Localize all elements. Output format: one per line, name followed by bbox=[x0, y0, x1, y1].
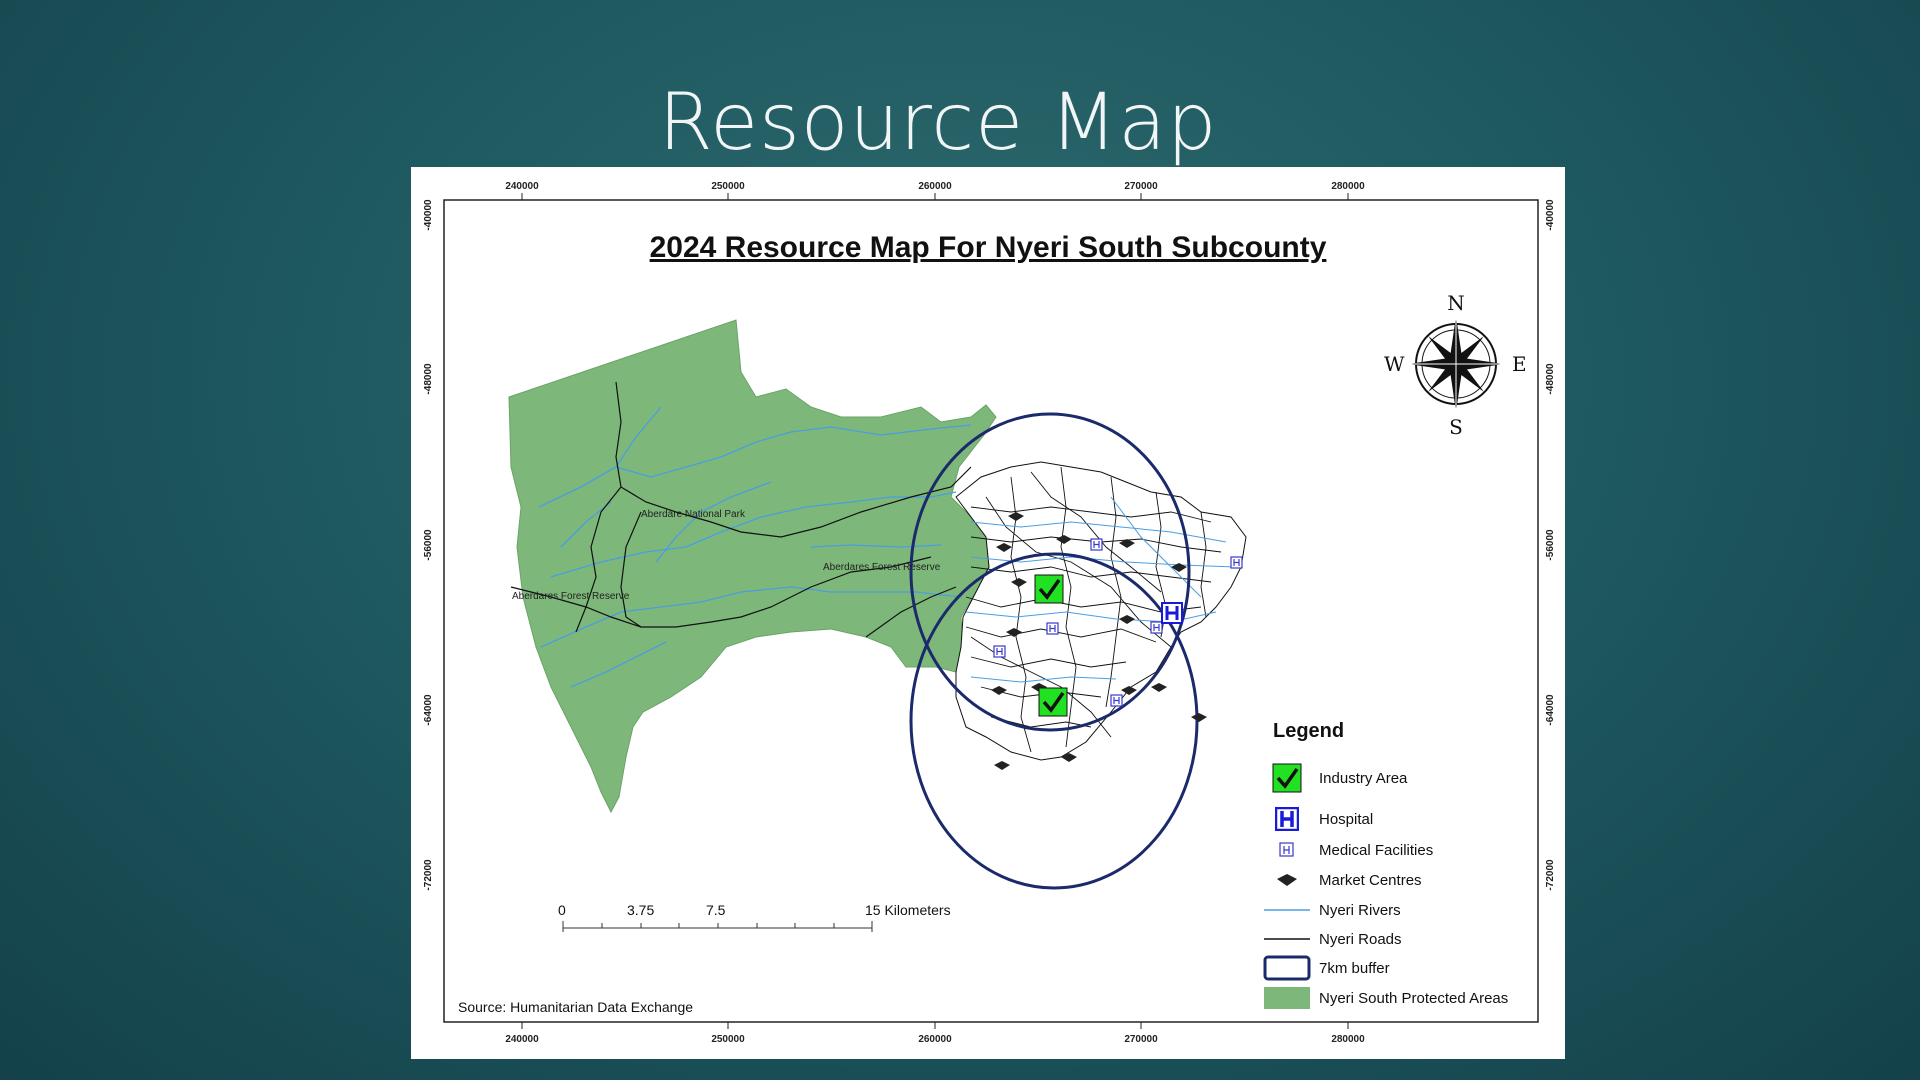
y-axis-left: -40000 -48000 -56000 -64000 -72000 bbox=[423, 199, 434, 891]
x-tick-top: 240000 bbox=[505, 181, 539, 192]
scale-label-15-km: 15 Kilometers bbox=[865, 902, 951, 918]
x-axis-bottom: 240000 250000 260000 270000 280000 bbox=[505, 1022, 1365, 1045]
legend-item-roads: Nyeri Roads bbox=[1261, 925, 1402, 953]
legend-title: Legend bbox=[1273, 720, 1345, 742]
label-forest-reserve-west: Aberdares Forest Reserve bbox=[512, 591, 630, 602]
market-centre-icon bbox=[1261, 873, 1313, 887]
medical-facility-marker bbox=[1230, 556, 1243, 569]
legend-item-market-centres: Market Centres bbox=[1261, 866, 1422, 894]
compass-n: N bbox=[1447, 291, 1465, 315]
legend-item-buffer: 7km buffer bbox=[1261, 954, 1390, 982]
x-tick-bottom: 240000 bbox=[505, 1034, 539, 1045]
scale-label-7-5: 7.5 bbox=[706, 902, 726, 918]
protected-area-icon bbox=[1261, 987, 1313, 1009]
y-tick-right: -40000 bbox=[1545, 199, 1556, 231]
y-tick-left: -72000 bbox=[423, 859, 434, 891]
x-tick-bottom: 270000 bbox=[1124, 1034, 1158, 1045]
label-aberdare-national-park: Aberdare National Park bbox=[641, 509, 746, 520]
legend-item-protected-areas: Nyeri South Protected Areas bbox=[1261, 984, 1508, 1012]
legend-label: 7km buffer bbox=[1319, 959, 1390, 977]
map-title: 2024 Resource Map For Nyeri South Subcou… bbox=[649, 231, 1327, 264]
market-centre bbox=[1151, 683, 1167, 692]
river-line-icon bbox=[1261, 908, 1313, 912]
compass-w: W bbox=[1384, 352, 1405, 376]
label-forest-reserve-east: Aberdares Forest Reserve bbox=[823, 562, 941, 573]
x-tick-top: 270000 bbox=[1124, 181, 1158, 192]
map-frame: 240000 250000 260000 270000 280000 24000… bbox=[411, 167, 1565, 1059]
legend-item-hospital: Hospital bbox=[1261, 805, 1373, 833]
scale-label-3-75: 3.75 bbox=[627, 902, 655, 918]
x-tick-top: 250000 bbox=[711, 181, 745, 192]
y-tick-left: -64000 bbox=[423, 694, 434, 726]
medical-facility-marker bbox=[1150, 621, 1163, 634]
market-centre bbox=[1191, 713, 1207, 722]
industry-check-icon bbox=[1261, 763, 1313, 793]
scale-bar bbox=[562, 921, 873, 932]
compass-rose-icon: N S E W bbox=[1384, 291, 1527, 439]
market-centre bbox=[994, 761, 1010, 770]
y-tick-right: -48000 bbox=[1545, 363, 1556, 395]
y-tick-right: -56000 bbox=[1545, 529, 1556, 561]
industry-area-marker bbox=[1034, 574, 1064, 604]
medical-facility-marker bbox=[1046, 622, 1059, 635]
buffer-icon bbox=[1261, 955, 1313, 981]
map-legend: Legend Industry Area Hospital Medical Fa… bbox=[1261, 720, 1551, 1009]
y-tick-left: -40000 bbox=[423, 199, 434, 231]
hospital-marker bbox=[1161, 602, 1183, 624]
legend-label: Nyeri Roads bbox=[1319, 930, 1402, 948]
slide-title: Resource Map bbox=[658, 78, 1218, 168]
road-line-icon bbox=[1261, 937, 1313, 941]
y-tick-right: -72000 bbox=[1545, 859, 1556, 891]
compass-s: S bbox=[1449, 415, 1463, 439]
legend-item-industry-area: Industry Area bbox=[1261, 763, 1408, 793]
x-tick-top: 260000 bbox=[918, 181, 952, 192]
map-source: Source: Humanitarian Data Exchange bbox=[458, 999, 694, 1015]
industry-area-marker bbox=[1038, 687, 1068, 717]
legend-item-medical-facilities: Medical Facilities bbox=[1261, 836, 1433, 864]
hospital-icon bbox=[1261, 807, 1313, 831]
medical-facility-marker bbox=[993, 645, 1006, 658]
legend-label: Medical Facilities bbox=[1319, 841, 1434, 859]
x-axis-top: 240000 250000 260000 270000 280000 bbox=[505, 181, 1365, 200]
legend-label: Industry Area bbox=[1319, 769, 1408, 787]
x-tick-top: 280000 bbox=[1331, 181, 1365, 192]
y-axis-right: -40000 -48000 -56000 -64000 -72000 bbox=[1545, 199, 1556, 891]
legend-label: Market Centres bbox=[1319, 871, 1422, 889]
compass-e: E bbox=[1512, 352, 1527, 376]
legend-label: Nyeri Rivers bbox=[1319, 901, 1401, 919]
legend-label: Hospital bbox=[1319, 810, 1374, 828]
legend-item-rivers: Nyeri Rivers bbox=[1261, 896, 1401, 924]
x-tick-bottom: 280000 bbox=[1331, 1034, 1365, 1045]
y-tick-left: -48000 bbox=[423, 363, 434, 395]
medical-facility-icon bbox=[1261, 842, 1313, 858]
medical-facility-marker bbox=[1090, 538, 1103, 551]
legend-label: Nyeri South Protected Areas bbox=[1319, 989, 1509, 1007]
y-tick-left: -56000 bbox=[423, 529, 434, 561]
medical-facility-marker bbox=[1110, 694, 1123, 707]
x-tick-bottom: 260000 bbox=[918, 1034, 952, 1045]
x-tick-bottom: 250000 bbox=[711, 1034, 745, 1045]
scale-label-0: 0 bbox=[558, 902, 566, 918]
